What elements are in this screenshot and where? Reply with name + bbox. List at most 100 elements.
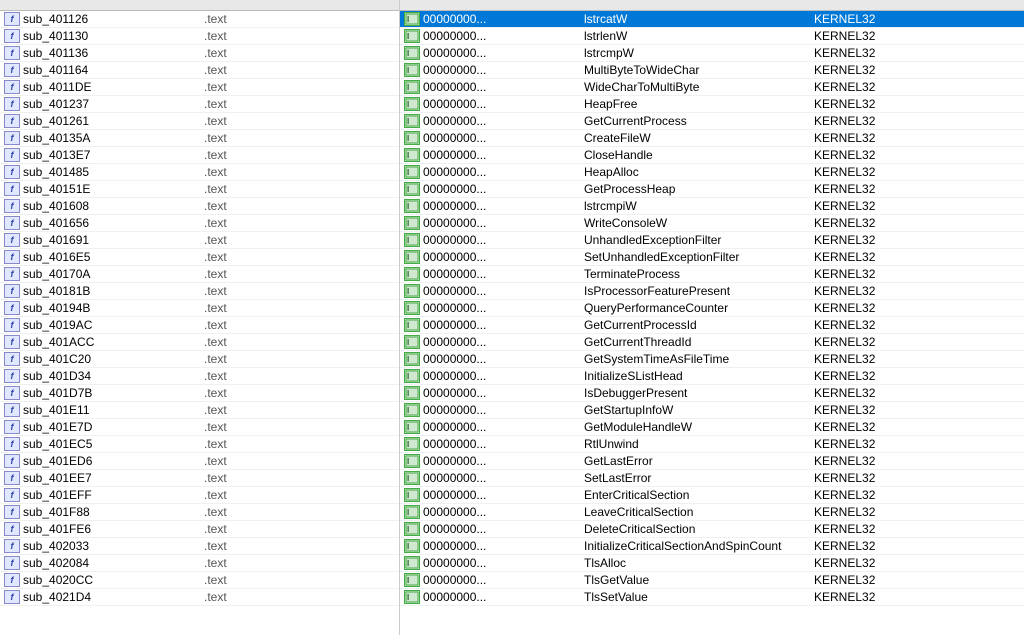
left-table-row[interactable]: fsub_402033.text bbox=[0, 538, 399, 555]
address-text: 00000000... bbox=[423, 199, 486, 213]
left-table-row[interactable]: fsub_401485.text bbox=[0, 164, 399, 181]
left-table-row[interactable]: fsub_401261.text bbox=[0, 113, 399, 130]
right-table-row[interactable]: I00000000...IsDebuggerPresentKERNEL32 bbox=[400, 385, 1024, 402]
left-table-row[interactable]: fsub_4019AC.text bbox=[0, 317, 399, 334]
right-table-row[interactable]: I00000000...HeapAllocKERNEL32 bbox=[400, 164, 1024, 181]
right-table-row[interactable]: I00000000...TlsAllocKERNEL32 bbox=[400, 555, 1024, 572]
import-icon: I bbox=[404, 437, 420, 451]
right-table-row[interactable]: I00000000...EnterCriticalSectionKERNEL32 bbox=[400, 487, 1024, 504]
name-cell: DeleteCriticalSection bbox=[580, 521, 810, 537]
left-table-row[interactable]: fsub_401EC5.text bbox=[0, 436, 399, 453]
right-table-row[interactable]: I00000000...lstrcatWKERNEL32 bbox=[400, 11, 1024, 28]
import-icon: I bbox=[404, 573, 420, 587]
right-table-row[interactable]: I00000000...lstrcmpWKERNEL32 bbox=[400, 45, 1024, 62]
left-table-row[interactable]: fsub_4013E7.text bbox=[0, 147, 399, 164]
right-table-row[interactable]: I00000000...InitializeCriticalSectionAnd… bbox=[400, 538, 1024, 555]
right-table-row[interactable]: I00000000...MultiByteToWideCharKERNEL32 bbox=[400, 62, 1024, 79]
right-table-row[interactable]: I00000000...CreateFileWKERNEL32 bbox=[400, 130, 1024, 147]
right-table-row[interactable]: I00000000...RtlUnwindKERNEL32 bbox=[400, 436, 1024, 453]
left-table-row[interactable]: fsub_401656.text bbox=[0, 215, 399, 232]
left-table-row[interactable]: fsub_401ED6.text bbox=[0, 453, 399, 470]
right-table-row[interactable]: I00000000...GetSystemTimeAsFileTimeKERNE… bbox=[400, 351, 1024, 368]
left-table-row[interactable]: fsub_40181B.text bbox=[0, 283, 399, 300]
ordinal-cell bbox=[510, 222, 580, 224]
library-cell: KERNEL32 bbox=[810, 419, 1024, 435]
right-table-row[interactable]: I00000000...SetUnhandledExceptionFilterK… bbox=[400, 249, 1024, 266]
library-cell: KERNEL32 bbox=[810, 232, 1024, 248]
left-table-row[interactable]: fsub_4021D4.text bbox=[0, 589, 399, 606]
left-table-row[interactable]: fsub_401D34.text bbox=[0, 368, 399, 385]
name-cell: HeapFree bbox=[580, 96, 810, 112]
right-table-row[interactable]: I00000000...lstrlenWKERNEL32 bbox=[400, 28, 1024, 45]
left-table-row[interactable]: fsub_401F88.text bbox=[0, 504, 399, 521]
left-table-row[interactable]: fsub_401164.text bbox=[0, 62, 399, 79]
left-table-body[interactable]: fsub_401126.textfsub_401130.textfsub_401… bbox=[0, 11, 399, 635]
left-table-row[interactable]: fsub_401C20.text bbox=[0, 351, 399, 368]
name-cell: WideCharToMultiByte bbox=[580, 79, 810, 95]
header-function-name bbox=[4, 3, 204, 7]
right-table-row[interactable]: I00000000...TlsSetValueKERNEL32 bbox=[400, 589, 1024, 606]
right-table-row[interactable]: I00000000...GetProcessHeapKERNEL32 bbox=[400, 181, 1024, 198]
address-cell: I00000000... bbox=[400, 589, 510, 605]
right-table-body[interactable]: I00000000...lstrcatWKERNEL32I00000000...… bbox=[400, 11, 1024, 635]
left-table-row[interactable]: fsub_40194B.text bbox=[0, 300, 399, 317]
right-table-row[interactable]: I00000000...GetLastErrorKERNEL32 bbox=[400, 453, 1024, 470]
ordinal-cell bbox=[510, 35, 580, 37]
right-table-row[interactable]: I00000000...GetStartupInfoWKERNEL32 bbox=[400, 402, 1024, 419]
right-table-row[interactable]: I00000000...TlsGetValueKERNEL32 bbox=[400, 572, 1024, 589]
left-table-row[interactable]: fsub_401126.text bbox=[0, 11, 399, 28]
right-table-row[interactable]: I00000000...LeaveCriticalSectionKERNEL32 bbox=[400, 504, 1024, 521]
left-table-row[interactable]: fsub_401608.text bbox=[0, 198, 399, 215]
right-table-row[interactable]: I00000000...lstrcmpiWKERNEL32 bbox=[400, 198, 1024, 215]
name-cell: RtlUnwind bbox=[580, 436, 810, 452]
right-table-row[interactable]: I00000000...QueryPerformanceCounterKERNE… bbox=[400, 300, 1024, 317]
address-text: 00000000... bbox=[423, 267, 486, 281]
right-table-row[interactable]: I00000000...UnhandledExceptionFilterKERN… bbox=[400, 232, 1024, 249]
left-table-row[interactable]: fsub_401237.text bbox=[0, 96, 399, 113]
function-icon: f bbox=[4, 369, 20, 383]
segment-cell: .text bbox=[200, 232, 320, 248]
left-table-row[interactable]: fsub_401130.text bbox=[0, 28, 399, 45]
left-table-row[interactable]: fsub_4016E5.text bbox=[0, 249, 399, 266]
left-table-row[interactable]: fsub_4020CC.text bbox=[0, 572, 399, 589]
right-header bbox=[400, 0, 1024, 11]
right-table-row[interactable]: I00000000...IsProcessorFeaturePresentKER… bbox=[400, 283, 1024, 300]
right-table-row[interactable]: I00000000...InitializeSListHeadKERNEL32 bbox=[400, 368, 1024, 385]
right-table-row[interactable]: I00000000...WideCharToMultiByteKERNEL32 bbox=[400, 79, 1024, 96]
right-table-row[interactable]: I00000000...TerminateProcessKERNEL32 bbox=[400, 266, 1024, 283]
function-name-cell: fsub_4016E5 bbox=[0, 249, 200, 265]
right-table-row[interactable]: I00000000...GetCurrentProcessIdKERNEL32 bbox=[400, 317, 1024, 334]
left-table-row[interactable]: fsub_401691.text bbox=[0, 232, 399, 249]
right-table-row[interactable]: I00000000...HeapFreeKERNEL32 bbox=[400, 96, 1024, 113]
right-table-row[interactable]: I00000000...WriteConsoleWKERNEL32 bbox=[400, 215, 1024, 232]
left-table-row[interactable]: fsub_401136.text bbox=[0, 45, 399, 62]
left-table-row[interactable]: fsub_401D7B.text bbox=[0, 385, 399, 402]
right-table-row[interactable]: I00000000...GetModuleHandleWKERNEL32 bbox=[400, 419, 1024, 436]
left-table-row[interactable]: fsub_4011DE.text bbox=[0, 79, 399, 96]
left-table-row[interactable]: fsub_40135A.text bbox=[0, 130, 399, 147]
ordinal-cell bbox=[510, 460, 580, 462]
left-table-row[interactable]: fsub_401ACC.text bbox=[0, 334, 399, 351]
left-table-row[interactable]: fsub_40170A.text bbox=[0, 266, 399, 283]
left-table-row[interactable]: fsub_402084.text bbox=[0, 555, 399, 572]
right-table-row[interactable]: I00000000...DeleteCriticalSectionKERNEL3… bbox=[400, 521, 1024, 538]
left-table-row[interactable]: fsub_401E11.text bbox=[0, 402, 399, 419]
left-table-row[interactable]: fsub_401E7D.text bbox=[0, 419, 399, 436]
library-cell: KERNEL32 bbox=[810, 215, 1024, 231]
right-table-row[interactable]: I00000000...SetLastErrorKERNEL32 bbox=[400, 470, 1024, 487]
function-name-cell: fsub_401691 bbox=[0, 232, 200, 248]
right-table-row[interactable]: I00000000...GetCurrentProcessKERNEL32 bbox=[400, 113, 1024, 130]
address-text: 00000000... bbox=[423, 301, 486, 315]
import-icon: I bbox=[404, 182, 420, 196]
right-table-row[interactable]: I00000000...CloseHandleKERNEL32 bbox=[400, 147, 1024, 164]
function-name: sub_40170A bbox=[23, 267, 90, 281]
svg-text:I: I bbox=[407, 117, 409, 126]
left-panel: fsub_401126.textfsub_401130.textfsub_401… bbox=[0, 0, 400, 635]
left-table-row[interactable]: fsub_401EFF.text bbox=[0, 487, 399, 504]
name-cell: TlsSetValue bbox=[580, 589, 810, 605]
left-table-row[interactable]: fsub_40151E.text bbox=[0, 181, 399, 198]
address-text: 00000000... bbox=[423, 216, 486, 230]
left-table-row[interactable]: fsub_401EE7.text bbox=[0, 470, 399, 487]
left-table-row[interactable]: fsub_401FE6.text bbox=[0, 521, 399, 538]
right-table-row[interactable]: I00000000...GetCurrentThreadIdKERNEL32 bbox=[400, 334, 1024, 351]
